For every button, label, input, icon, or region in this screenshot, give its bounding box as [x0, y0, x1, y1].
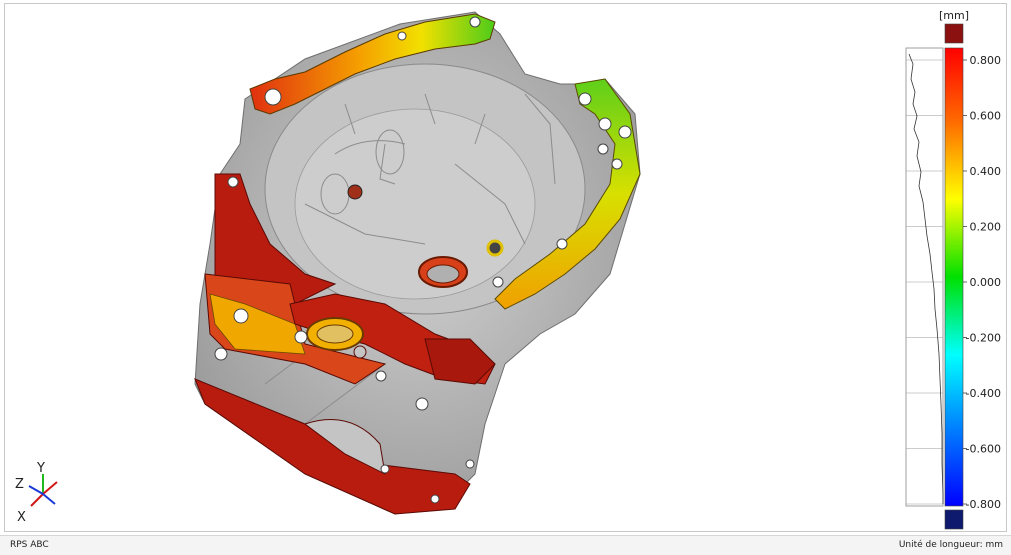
legend-over-color [944, 23, 964, 44]
color-scale-legend: [mm] 0.800 0.600 0.400 0.200 0.000 -0.200 -0.4… [905, 9, 1002, 530]
legend-tick-label: -0.200 [966, 332, 1001, 345]
legend-tick-label: 0.200 [970, 221, 1002, 234]
status-length-unit: Unité de longueur: mm [898, 540, 1003, 550]
x-axis-line-a [42, 481, 58, 495]
legend-tick-label: 0.800 [970, 54, 1002, 67]
legend-tick-label: -0.400 [966, 387, 1001, 400]
histogram-frame [905, 47, 944, 507]
casting-model[interactable] [194, 11, 641, 515]
3d-viewport[interactable]: [mm] 0.800 0.600 0.400 0.200 0.000 -0.200 -0.4… [5, 4, 1008, 533]
axis-triad[interactable]: Y Z X [15, 461, 58, 525]
triad-y-label: Y [36, 461, 45, 476]
viewer-frame: [mm] 0.800 0.600 0.400 0.200 0.000 -0.200 -0.4… [4, 3, 1007, 532]
legend-tick-label: -0.800 [966, 498, 1001, 511]
status-bar: RPS ABC Unité de longueur: mm [0, 535, 1011, 555]
x-axis-line-b [30, 493, 44, 507]
legend-under-color [944, 509, 964, 530]
triad-z-label: Z [15, 477, 24, 492]
status-project-name: RPS ABC [10, 540, 49, 550]
legend-tick-label: 0.600 [970, 110, 1002, 123]
z-axis-line-b [42, 493, 56, 505]
z-axis-line-a [28, 485, 44, 495]
legend-unit-label: [mm] [939, 9, 969, 22]
legend-tick-label: 0.000 [970, 276, 1002, 289]
legend-tick-label: 0.400 [970, 165, 1002, 178]
legend-tick-label: -0.600 [966, 443, 1001, 456]
triad-x-label: X [17, 510, 26, 525]
legend-gradient-bar [944, 47, 964, 507]
